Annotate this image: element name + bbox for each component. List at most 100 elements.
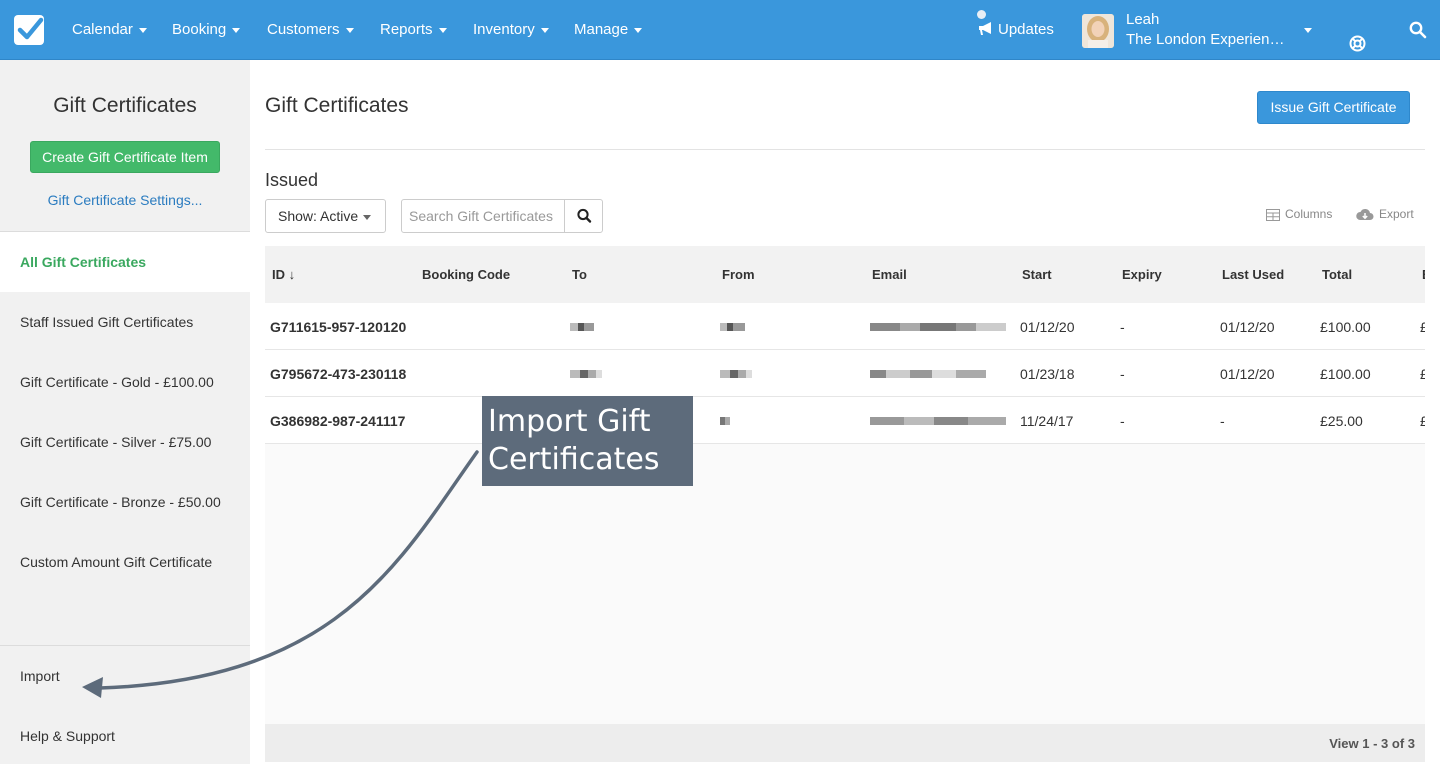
user-menu-chevron-icon[interactable] — [1304, 28, 1312, 33]
columns-label: Columns — [1285, 207, 1333, 221]
cloud-download-icon — [1356, 208, 1374, 220]
sidebar-item-all-gift-certificates[interactable]: All Gift Certificates — [0, 232, 250, 292]
annotation-text-line-1: Import Gift — [488, 404, 651, 439]
column-header-expiry[interactable]: Expiry — [1122, 267, 1162, 282]
redacted-to — [570, 323, 594, 331]
redacted-from — [720, 417, 730, 425]
cell-total: £100.00 — [1320, 319, 1371, 335]
sidebar-item-bronze[interactable]: Gift Certificate - Bronze - £50.00 — [0, 472, 250, 532]
page-title: Gift Certificates — [265, 94, 409, 117]
search-input[interactable] — [402, 200, 564, 232]
cell-balance: £ — [1420, 413, 1425, 429]
nav-inventory-label: Inventory — [473, 21, 535, 38]
show-filter-dropdown[interactable]: Show: Active — [265, 199, 386, 233]
sidebar-item-help-support[interactable]: Help & Support — [0, 706, 250, 764]
column-header-total[interactable]: Total — [1322, 267, 1352, 282]
annotation-callout: Import Gift Certificates — [482, 396, 693, 486]
redacted-from — [720, 323, 745, 331]
cell-total: £25.00 — [1320, 413, 1363, 429]
notification-dot — [977, 10, 986, 19]
nav-manage-label: Manage — [574, 21, 629, 38]
table-empty-area — [265, 444, 1425, 724]
column-header-to[interactable]: To — [572, 267, 587, 282]
cell-expiry: - — [1120, 413, 1125, 429]
sidebar: Gift Certificates Create Gift Certificat… — [0, 60, 250, 764]
cell-expiry: - — [1120, 319, 1125, 335]
cell-start: 01/12/20 — [1020, 319, 1075, 335]
updates-button[interactable]: Updates — [977, 10, 1054, 40]
nav-reports[interactable]: Reports — [380, 20, 447, 40]
redacted-email — [870, 417, 1006, 425]
nav-booking-label: Booking — [172, 21, 227, 38]
column-header-last-used[interactable]: Last Used — [1222, 267, 1284, 282]
nav-calendar[interactable]: Calendar — [72, 20, 147, 40]
table-header: ID ↓ Booking Code To From Email Start Ex… — [265, 246, 1425, 303]
nav-customers[interactable]: Customers — [267, 20, 354, 40]
gift-certificate-settings-link[interactable]: Gift Certificate Settings... — [0, 192, 250, 208]
column-header-from[interactable]: From — [722, 267, 755, 282]
chevron-down-icon — [232, 27, 241, 33]
top-navbar: Calendar Booking Customers Reports Inven… — [0, 0, 1440, 60]
column-header-balance[interactable]: B — [1422, 267, 1425, 282]
cell-id[interactable]: G711615-957-120120 — [270, 319, 406, 335]
export-button[interactable]: Export — [1356, 207, 1414, 221]
cell-start: 11/24/17 — [1020, 413, 1074, 429]
chevron-down-icon — [438, 27, 447, 33]
chevron-down-icon — [363, 214, 372, 220]
megaphone-icon — [979, 22, 991, 35]
pagination-summary: View 1 - 3 of 3 — [1329, 736, 1415, 751]
cell-start: 01/23/18 — [1020, 366, 1075, 382]
updates-label: Updates — [998, 21, 1054, 38]
redacted-to — [570, 370, 602, 378]
cell-last-used: - — [1220, 413, 1225, 429]
checkbox-logo-icon[interactable] — [13, 14, 45, 46]
table-row[interactable]: G711615-957-120120 01/12/20 - 01/12/20 £… — [265, 303, 1425, 350]
issue-gift-certificate-button[interactable]: Issue Gift Certificate — [1257, 91, 1410, 124]
nav-reports-label: Reports — [380, 21, 433, 38]
redacted-email — [870, 323, 1006, 331]
redacted-from — [720, 370, 752, 378]
avatar-portrait-icon — [1082, 14, 1114, 48]
user-name[interactable]: Leah — [1126, 11, 1159, 29]
cell-last-used: 01/12/20 — [1220, 319, 1275, 335]
annotation-text-line-2: Certificates — [488, 442, 660, 477]
sidebar-item-staff-issued[interactable]: Staff Issued Gift Certificates — [0, 292, 250, 352]
sidebar-item-custom-amount[interactable]: Custom Amount Gift Certificate — [0, 532, 250, 592]
search-button[interactable] — [564, 200, 602, 232]
user-avatar[interactable] — [1082, 14, 1114, 48]
user-organization[interactable]: The London Experience Co. — [1126, 31, 1288, 49]
chevron-down-icon — [540, 27, 549, 33]
chevron-down-icon — [345, 27, 354, 33]
search-icon[interactable] — [1409, 21, 1427, 39]
table-columns-icon — [1266, 209, 1280, 221]
cell-id[interactable]: G386982-987-241117 — [270, 413, 405, 429]
export-label: Export — [1379, 207, 1414, 221]
nav-booking[interactable]: Booking — [172, 20, 241, 40]
sidebar-item-gold[interactable]: Gift Certificate - Gold - £100.00 — [0, 352, 250, 412]
nav-manage[interactable]: Manage — [574, 20, 643, 40]
cell-last-used: 01/12/20 — [1220, 366, 1275, 382]
table-footer: View 1 - 3 of 3 — [265, 724, 1425, 762]
column-header-booking-code[interactable]: Booking Code — [422, 267, 510, 282]
nav-inventory[interactable]: Inventory — [473, 20, 549, 40]
section-title: Issued — [265, 170, 319, 190]
sidebar-item-silver[interactable]: Gift Certificate - Silver - £75.00 — [0, 412, 250, 472]
column-header-email[interactable]: Email — [872, 267, 907, 282]
header-divider — [265, 149, 1425, 150]
nav-customers-label: Customers — [267, 21, 340, 38]
cell-id[interactable]: G795672-473-230118 — [270, 366, 406, 382]
cell-total: £100.00 — [1320, 366, 1371, 382]
table-row[interactable]: G795672-473-230118 01/23/18 - 01/12/20 £… — [265, 350, 1425, 397]
column-header-id[interactable]: ID ↓ — [272, 267, 295, 282]
search-box — [401, 199, 603, 233]
cell-balance: £ — [1420, 366, 1425, 382]
create-gift-certificate-item-button[interactable]: Create Gift Certificate Item — [30, 141, 220, 173]
column-header-start[interactable]: Start — [1022, 267, 1052, 282]
chevron-down-icon — [138, 27, 147, 33]
search-icon — [577, 208, 592, 223]
lifebuoy-help-icon[interactable] — [1349, 35, 1366, 52]
table-row[interactable]: G386982-987-241117 11/24/17 - - £25.00 £ — [265, 397, 1425, 444]
columns-button[interactable]: Columns — [1266, 207, 1332, 221]
show-filter-label: Show: Active — [278, 208, 359, 224]
sidebar-item-import[interactable]: Import — [0, 646, 250, 706]
